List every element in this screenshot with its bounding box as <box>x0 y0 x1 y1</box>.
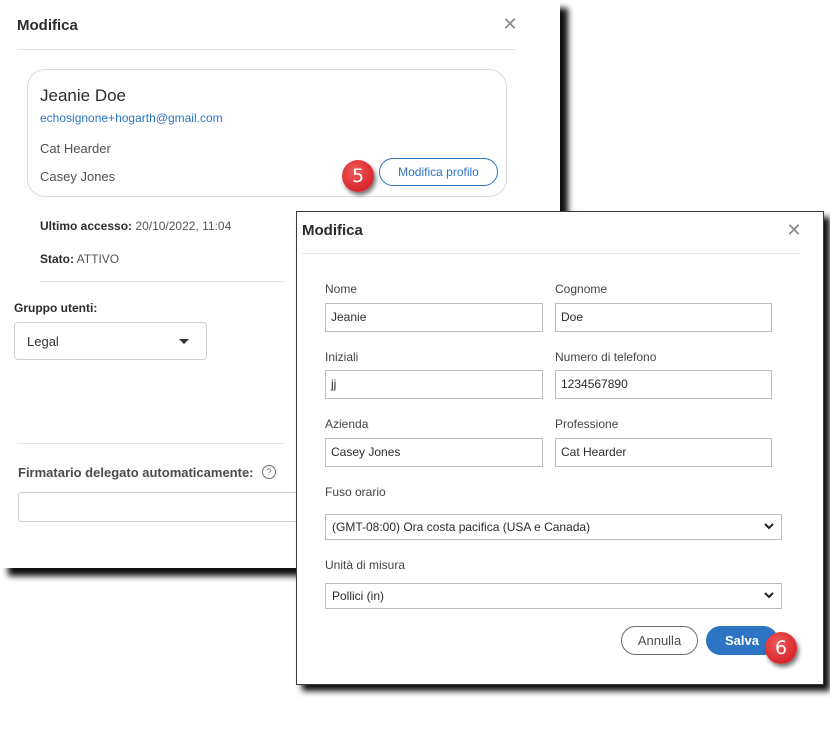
user-group-label: Gruppo utenti: <box>14 301 98 315</box>
profile-company: Casey Jones <box>40 169 116 184</box>
delegate-signer-input[interactable] <box>18 492 298 522</box>
first-name-input[interactable]: Jeanie <box>325 303 543 332</box>
caret-down-icon <box>179 339 189 344</box>
profile-card: Jeanie Doe echosignone+hogarth@gmail.com… <box>27 69 507 197</box>
divider <box>17 443 285 444</box>
account-status: Stato: ATTIVO <box>40 252 119 266</box>
dialog-title: Modifica <box>302 222 363 239</box>
timezone-value: (GMT-08:00) Ora costa pacifica (USA e Ca… <box>332 520 591 534</box>
edit-profile-dialog: Modifica ✕ Nome Jeanie Cognome Doe Inizi… <box>296 211 824 685</box>
cancel-button[interactable]: Annulla <box>621 626 698 655</box>
last-name-input[interactable]: Doe <box>555 303 772 332</box>
initials-label: Iniziali <box>325 350 359 364</box>
callout-step-6: 6 <box>765 632 797 664</box>
profile-job-title: Cat Hearder <box>40 141 111 156</box>
initials-input[interactable]: jj <box>325 370 543 399</box>
company-input[interactable]: Casey Jones <box>325 438 543 467</box>
user-group-value: Legal <box>27 334 59 349</box>
status-value: ATTIVO <box>76 252 120 266</box>
close-icon[interactable]: ✕ <box>786 221 802 239</box>
last-access: Ultimo accesso: 20/10/2022, 11:04 <box>40 219 231 233</box>
phone-label: Numero di telefono <box>555 350 657 364</box>
panel-title: Modifica <box>17 17 78 34</box>
user-group-select[interactable]: Legal <box>14 322 207 360</box>
last-access-label: Ultimo accesso: <box>40 219 133 233</box>
job-title-label: Professione <box>555 417 619 431</box>
first-name-label: Nome <box>325 282 358 296</box>
chevron-down-icon <box>764 592 774 599</box>
profile-email[interactable]: echosignone+hogarth@gmail.com <box>40 111 223 125</box>
chevron-down-icon <box>764 523 774 530</box>
callout-step-5: 5 <box>342 160 374 192</box>
timezone-label: Fuso orario <box>325 485 386 499</box>
units-label: Unità di misura <box>325 558 406 572</box>
units-select[interactable]: Pollici (in) <box>325 583 782 609</box>
divider <box>17 49 516 50</box>
divider <box>40 281 285 282</box>
company-label: Azienda <box>325 417 369 431</box>
help-icon[interactable]: ? <box>262 465 276 479</box>
phone-input[interactable]: 1234567890 <box>555 370 772 399</box>
delegate-signer-label: Firmatario delegato automaticamente: <box>18 465 254 480</box>
status-label: Stato: <box>40 252 74 266</box>
last-name-label: Cognome <box>555 282 608 296</box>
units-value: Pollici (in) <box>332 589 385 603</box>
timezone-select[interactable]: (GMT-08:00) Ora costa pacifica (USA e Ca… <box>325 514 782 540</box>
last-access-value: 20/10/2022, 11:04 <box>135 219 232 233</box>
profile-name: Jeanie Doe <box>40 86 127 105</box>
job-title-input[interactable]: Cat Hearder <box>555 438 772 467</box>
edit-profile-button[interactable]: Modifica profilo <box>379 158 498 186</box>
divider <box>302 253 800 254</box>
close-icon[interactable]: ✕ <box>502 15 518 33</box>
